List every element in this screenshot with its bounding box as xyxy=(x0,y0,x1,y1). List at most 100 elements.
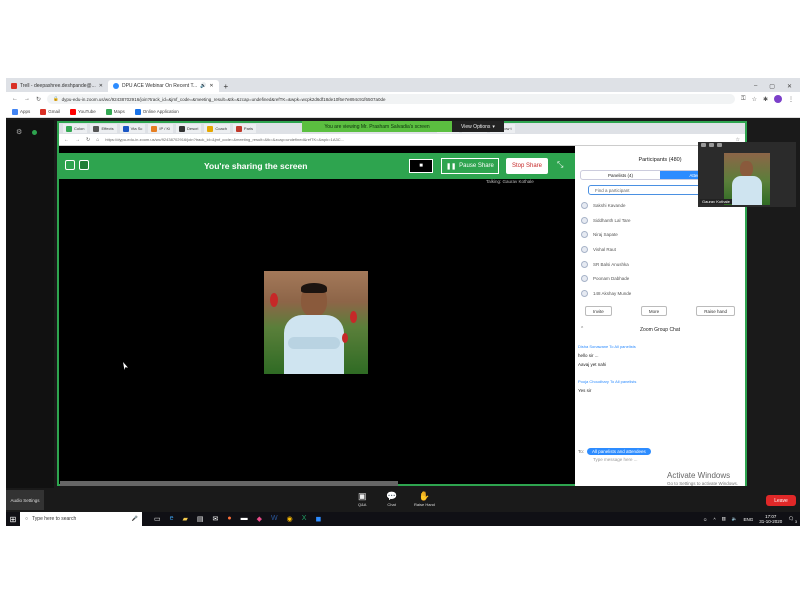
apps-grid-icon xyxy=(12,108,18,115)
chat-input[interactable]: Type message here ... xyxy=(593,457,638,462)
collapse-icon[interactable]: ⤡ xyxy=(557,160,563,170)
network-icon[interactable]: ▥ xyxy=(722,516,726,522)
notification-icon[interactable]: 🗨 3 xyxy=(788,516,797,524)
reload-icon: ↻ xyxy=(86,136,91,143)
search-icon: ○ xyxy=(25,516,29,522)
view-options-button[interactable]: View Options ▾ xyxy=(452,121,504,132)
tab-panelists[interactable]: Panelists (4) xyxy=(581,171,660,179)
forward-arrow-icon[interactable]: → xyxy=(24,96,30,102)
shared-tab: Vta Sc xyxy=(119,124,146,133)
pause-share-label: Pause Share xyxy=(459,163,494,169)
recipient-dropdown[interactable]: All panelists and attendees xyxy=(587,448,651,455)
thumbnail-control-icon[interactable] xyxy=(717,143,722,147)
language-indicator[interactable]: ENG xyxy=(743,517,753,522)
shared-tab: Colon xyxy=(63,124,88,133)
bookmark-gmail[interactable]: Gmail xyxy=(40,108,60,115)
star-icon[interactable]: ☆ xyxy=(752,96,757,103)
tab-audio-icon[interactable]: 🔊 xyxy=(200,83,206,89)
chevron-up-icon[interactable]: ^ xyxy=(713,517,715,522)
profile-avatar[interactable] xyxy=(774,95,782,103)
task-view-icon[interactable]: ▭ xyxy=(154,515,161,523)
key-icon[interactable]: ⚿ xyxy=(741,96,746,103)
presenter-photo xyxy=(264,271,368,374)
firefox-icon[interactable]: ● xyxy=(227,515,231,523)
store-icon[interactable]: ▤ xyxy=(197,515,204,523)
participant-row[interactable]: 148 Akshay Munde xyxy=(581,286,741,301)
thumbnail-control-icon[interactable] xyxy=(709,143,714,147)
windows-start-icon[interactable]: ⊞ xyxy=(6,515,20,524)
view-options-label: View Options xyxy=(461,123,491,130)
raise-hand-label: Raise Hand xyxy=(414,502,435,507)
participant-row[interactable]: Niraj Sapate xyxy=(581,227,741,242)
excel-icon[interactable]: X xyxy=(302,515,307,523)
page-icon xyxy=(66,125,72,132)
chat-recipient: To: All panelists and attendees xyxy=(578,448,651,455)
invite-button[interactable]: Invite xyxy=(585,306,612,316)
shield-icon[interactable] xyxy=(79,160,89,170)
people-icon[interactable]: ☺ xyxy=(703,517,708,522)
minimize-button[interactable]: – xyxy=(754,83,757,89)
raise-hand-button[interactable]: Raise hand xyxy=(696,306,735,316)
menu-kebab-icon[interactable]: ⋮ xyxy=(788,96,794,103)
edge-icon[interactable]: e xyxy=(170,515,174,523)
participant-row[interactable]: Poonam Dabhade xyxy=(581,271,741,286)
chevron-down-icon: ▾ xyxy=(492,123,495,130)
browser-tab[interactable]: Trell - deepashree.deshpande@... ✕ xyxy=(6,80,108,92)
pause-share-button[interactable]: ❚❚ Pause Share xyxy=(441,158,499,174)
participant-name: Sakshi Kavande xyxy=(593,202,626,208)
bookmark-youtube[interactable]: YouTube xyxy=(70,108,96,115)
file-explorer-icon[interactable]: ▰ xyxy=(183,515,188,523)
bookmark-online-application[interactable]: Online Application xyxy=(134,108,179,115)
chat-button[interactable]: 💬 Chat xyxy=(386,491,397,507)
window-controls: – ▢ ✕ xyxy=(754,80,800,92)
maximize-button[interactable]: ▢ xyxy=(769,83,775,90)
zoom-icon xyxy=(112,83,119,89)
clock[interactable]: 17:07 31-10-2020 xyxy=(759,514,782,524)
stop-square-icon[interactable]: ■ xyxy=(409,159,433,173)
reload-icon[interactable]: ↻ xyxy=(36,96,41,103)
thumbnail-control-icon[interactable] xyxy=(701,143,706,147)
video-thumbnail[interactable]: Gaurav Kothale xyxy=(698,142,796,207)
taskbar-search[interactable]: ○ Type here to search 🎤 xyxy=(20,512,142,526)
qa-button[interactable]: ▣ Q&A xyxy=(358,491,367,507)
address-bar[interactable]: 🔒 dypu-edu-in.zoom.us/wc/92438702916/joi… xyxy=(47,94,735,104)
share-screen-icon[interactable] xyxy=(65,160,75,170)
back-arrow-icon[interactable]: ← xyxy=(12,96,18,102)
close-button[interactable]: ✕ xyxy=(787,83,792,90)
chat-messages: Disha Sonawane To All panelists hello si… xyxy=(578,344,738,397)
mail-icon[interactable]: ✉ xyxy=(213,515,219,523)
tab-close-icon[interactable]: ✕ xyxy=(99,83,103,89)
microphone-icon[interactable]: 🎤 xyxy=(132,516,142,522)
browser-tab-active[interactable]: DPU ACE Webinar On Recent T... 🔊 ✕ xyxy=(107,80,219,92)
home-icon: ⌂ xyxy=(96,136,100,143)
word-icon[interactable]: W xyxy=(271,515,278,523)
stop-share-button[interactable]: Stop Share xyxy=(506,158,548,174)
tab-label: DPU ACE Webinar On Recent T... xyxy=(121,83,198,89)
bookmark-apps[interactable]: Apps xyxy=(12,108,30,115)
zoom-app-icon[interactable]: ◼ xyxy=(315,515,321,523)
bookmark-maps[interactable]: Maps xyxy=(105,108,125,115)
qa-icon: ▣ xyxy=(358,491,367,501)
media-icon[interactable]: ▬ xyxy=(241,515,248,523)
chat-sender: Pooja Choudhary To All panelists xyxy=(578,379,637,384)
raise-hand-toolbar-button[interactable]: ✋ Raise Hand xyxy=(414,491,435,507)
participant-row[interactable]: Siddhanth Lal Tare xyxy=(581,213,741,228)
page-icon xyxy=(122,125,129,132)
system-tray: ☺ ^ ▥ 🔈 ENG 17:07 31-10-2020 🗨 3 xyxy=(703,514,800,524)
settings-icon[interactable]: ⚙ xyxy=(16,128,22,136)
extension-icon[interactable]: ✱ xyxy=(763,96,768,103)
new-tab-button[interactable]: + xyxy=(219,80,234,92)
leave-button[interactable]: Leave xyxy=(766,495,796,506)
bookmark-label: YouTube xyxy=(78,109,96,114)
volume-icon[interactable]: 🔈 xyxy=(732,516,738,522)
audio-settings-button[interactable]: Audio Settings xyxy=(6,490,44,510)
more-button[interactable]: More xyxy=(640,306,668,316)
tab-close-icon[interactable]: ✕ xyxy=(209,83,213,89)
paint-icon[interactable]: ◆ xyxy=(257,515,262,523)
hand-icon: ✋ xyxy=(418,491,431,501)
participant-row[interactable]: SR Balsi Anushka xyxy=(581,257,741,272)
gmail-icon xyxy=(11,83,17,89)
participant-row[interactable]: Vishal Raut xyxy=(581,242,741,257)
zoom-toolbar: Audio Settings ▣ Q&A 💬 Chat ✋ Raise Hand… xyxy=(6,490,800,512)
chrome-icon[interactable]: ◉ xyxy=(287,515,293,523)
